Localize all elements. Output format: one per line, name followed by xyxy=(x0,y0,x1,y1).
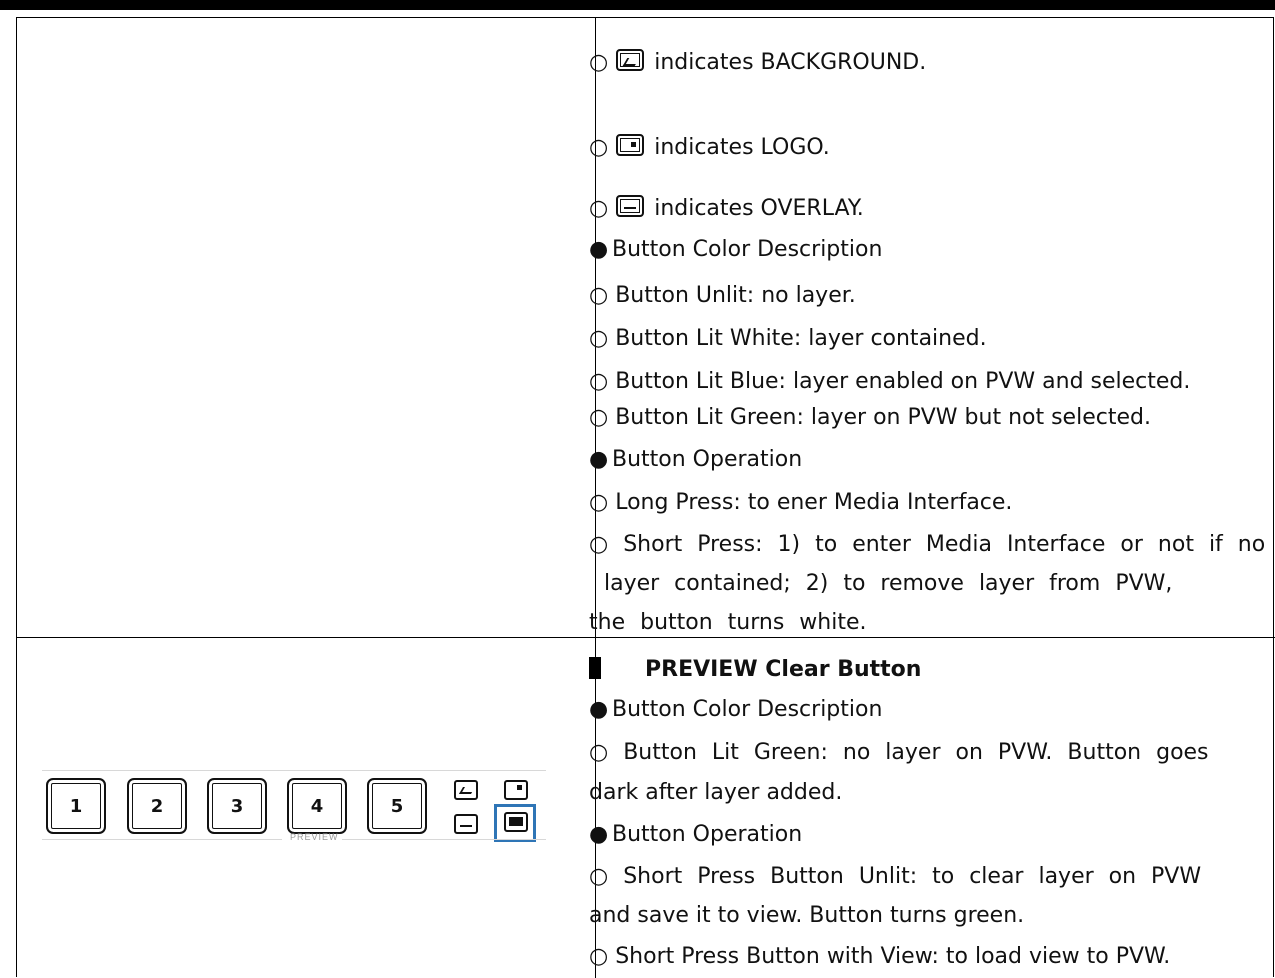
row-divider xyxy=(17,637,1275,638)
background-line: ○ indicates BACKGROUND. xyxy=(589,49,927,75)
panel-bottom-rule-right xyxy=(342,839,546,840)
logo-button[interactable] xyxy=(504,780,528,800)
short-press-line-1: ○ Short Press: 1) to enter Media Interfa… xyxy=(589,532,1266,557)
unlit-line: ○ Button Unlit: no layer. xyxy=(589,283,856,308)
overlay-button[interactable] xyxy=(454,814,478,834)
preview-key-3[interactable]: 3 xyxy=(207,778,267,834)
preview-panel-illustration: 1 2 3 4 5 PREVIEW xyxy=(42,770,546,850)
heading-marker xyxy=(589,657,601,679)
short-press-line-2: layer contained; 2) to remove layer from… xyxy=(604,571,1173,596)
bottom-lit-green-1: ○ Button Lit Green: no layer on PVW. But… xyxy=(589,740,1209,765)
lit-green-line: ○ Button Lit Green: layer on PVW but not… xyxy=(589,405,1151,430)
preview-key-2[interactable]: 2 xyxy=(127,778,187,834)
section-heading: PREVIEW Clear Button xyxy=(589,657,921,683)
logo-icon xyxy=(616,134,645,156)
preview-label: PREVIEW xyxy=(290,832,339,842)
logo-line: ○ indicates LOGO. xyxy=(589,134,830,160)
short-press-line-3: the button turns white. xyxy=(589,610,867,635)
background-image-icon xyxy=(616,49,645,71)
overlay-line: ○ indicates OVERLAY. xyxy=(589,195,864,221)
lit-white-line: ○ Button Lit White: layer contained. xyxy=(589,326,987,351)
preview-key-4[interactable]: 4 xyxy=(287,778,347,834)
bottom-unlit-1: ○ Short Press Button Unlit: to clear lay… xyxy=(589,864,1202,889)
panel-top-rule xyxy=(42,770,546,771)
lit-blue-line: ○ Button Lit Blue: layer enabled on PVW … xyxy=(589,369,1191,394)
top-border-bar xyxy=(0,0,1275,10)
panel-bottom-rule-left xyxy=(42,839,282,840)
bottom-unlit-2: and save it to view. Button turns green. xyxy=(589,903,1025,928)
preview-key-5[interactable]: 5 xyxy=(367,778,427,834)
bottom-operation-title: ● Button Operation xyxy=(589,822,803,847)
bottom-with-view: ○ Short Press Button with View: to load … xyxy=(589,944,1171,969)
bottom-lit-green-2: dark after layer added. xyxy=(589,780,843,805)
long-press-line: ○ Long Press: to ener Media Interface. xyxy=(589,490,1013,515)
background-button[interactable] xyxy=(454,780,478,800)
preview-key-1[interactable]: 1 xyxy=(46,778,106,834)
operation-title: ● Button Operation xyxy=(589,447,803,472)
overlay-icon xyxy=(616,195,645,217)
color-description-title: ● Button Color Description xyxy=(589,237,883,262)
bottom-color-title: ● Button Color Description xyxy=(589,697,883,722)
preview-clear-icon[interactable] xyxy=(504,812,528,832)
